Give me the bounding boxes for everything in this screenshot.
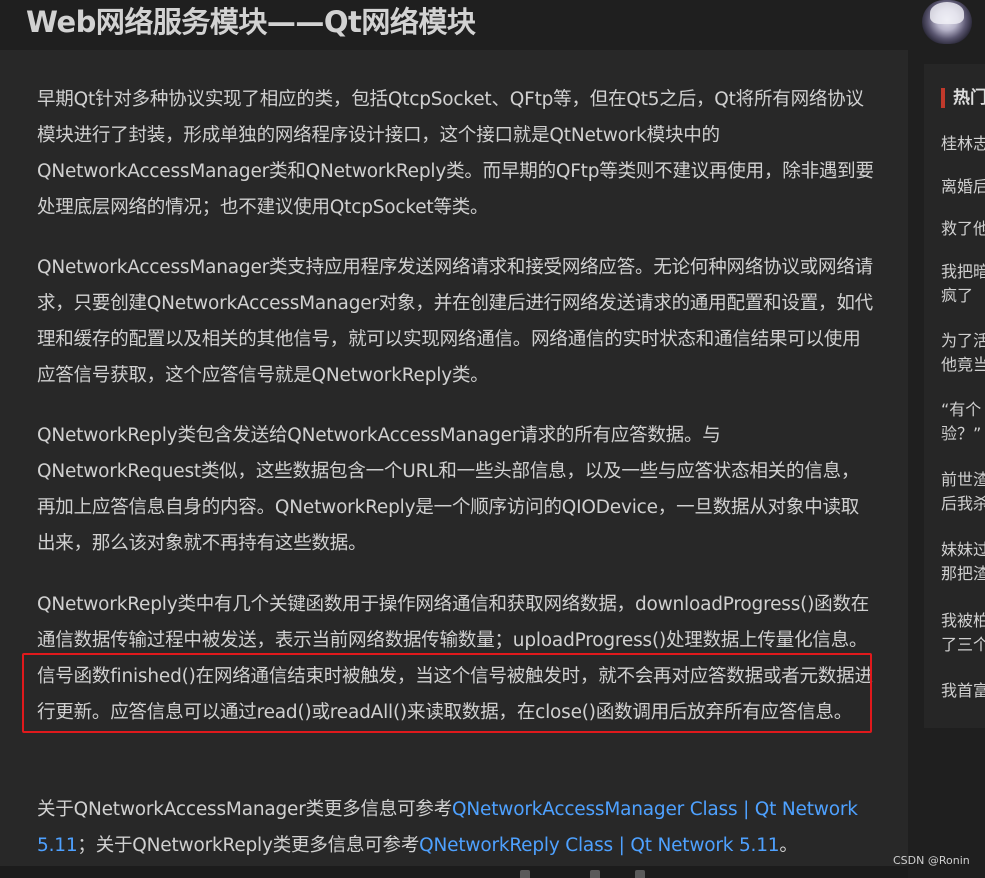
- paragraph-references: 关于QNetworkAccessManager类更多信息可参考QNetworkA…: [37, 792, 877, 864]
- paragraph-3: QNetworkReply类包含发送给QNetworkAccessManager…: [37, 425, 860, 554]
- toolbar-button-icon[interactable]: [590, 870, 600, 878]
- hot-item[interactable]: 我把暗疯了: [941, 260, 985, 308]
- highlight-box: [22, 653, 872, 733]
- avatar-hair-decoration: [930, 2, 964, 24]
- hot-item[interactable]: 我首富: [941, 679, 985, 703]
- ref-suffix: 。: [779, 835, 798, 856]
- page: Web网络服务模块——Qt网络模块 早期Qt针对多种协议实现了相应的类，包括Qt…: [0, 0, 985, 878]
- hot-item[interactable]: 救了他: [941, 217, 985, 241]
- csdn-watermark: CSDN @Ronin: [893, 854, 970, 867]
- link-qnetworkreply[interactable]: QNetworkReply Class | Qt Network 5.11: [419, 835, 779, 856]
- paragraph-2: QNetworkAccessManager类支持应用程序发送网络请求和接受网络应…: [37, 257, 873, 386]
- hot-item[interactable]: “有个验？”: [941, 398, 985, 446]
- toolbar-button-icon[interactable]: [635, 870, 645, 878]
- hot-item[interactable]: 离婚后: [941, 175, 985, 199]
- header-bar: Web网络服务模块——Qt网络模块: [0, 0, 985, 50]
- article-title: Web网络服务模块——Qt网络模块: [26, 5, 476, 39]
- ref-middle: ；关于QNetworkReply类更多信息可参考: [77, 835, 420, 856]
- hot-item[interactable]: 桂林志: [941, 132, 985, 156]
- user-avatar-icon[interactable]: [922, 0, 972, 44]
- hot-item[interactable]: 前世渣后我杀: [941, 468, 985, 516]
- hot-articles-heading: 热门: [941, 86, 985, 110]
- hot-item[interactable]: 妹妹过那把渣: [941, 538, 985, 586]
- paragraph-1: 早期Qt针对多种协议实现了相应的类，包括QtcpSocket、QFtp等，但在Q…: [37, 89, 874, 218]
- hot-item[interactable]: 为了活他竟当: [941, 329, 985, 377]
- hot-item[interactable]: 我被柏了三个: [941, 609, 985, 657]
- toolbar-button-icon[interactable]: [520, 870, 530, 878]
- bottom-toolbar: [0, 866, 908, 878]
- ref-prefix-1: 关于QNetworkAccessManager类更多信息可参考: [37, 799, 453, 820]
